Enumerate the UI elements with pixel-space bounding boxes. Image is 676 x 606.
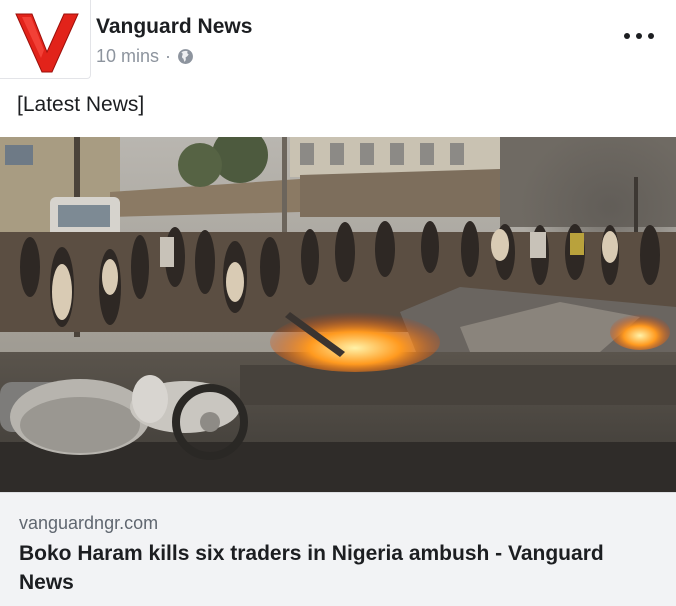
page-avatar[interactable] [0,0,91,79]
post-text: [Latest News] [17,93,145,116]
dot [648,33,654,39]
more-options-icon[interactable] [624,26,654,46]
link-preview-image[interactable] [0,137,676,492]
globe-icon[interactable] [177,48,194,65]
news-photo [0,137,676,492]
vanguard-logo-icon [15,13,79,73]
dot [636,33,642,39]
link-preview-caption[interactable]: vanguardngr.com Boko Haram kills six tra… [0,492,676,606]
timestamp[interactable]: 10 mins [96,46,159,67]
post-meta: 10 mins · [96,46,194,67]
link-headline[interactable]: Boko Haram kills six traders in Nigeria … [19,539,659,597]
meta-separator: · [165,46,172,66]
link-domain: vanguardngr.com [19,513,159,533]
dot [624,33,630,39]
feed-post: Vanguard News 10 mins · [Latest News] va… [0,0,676,606]
post-header: Vanguard News 10 mins · [0,0,676,82]
page-name[interactable]: Vanguard News [96,15,252,39]
